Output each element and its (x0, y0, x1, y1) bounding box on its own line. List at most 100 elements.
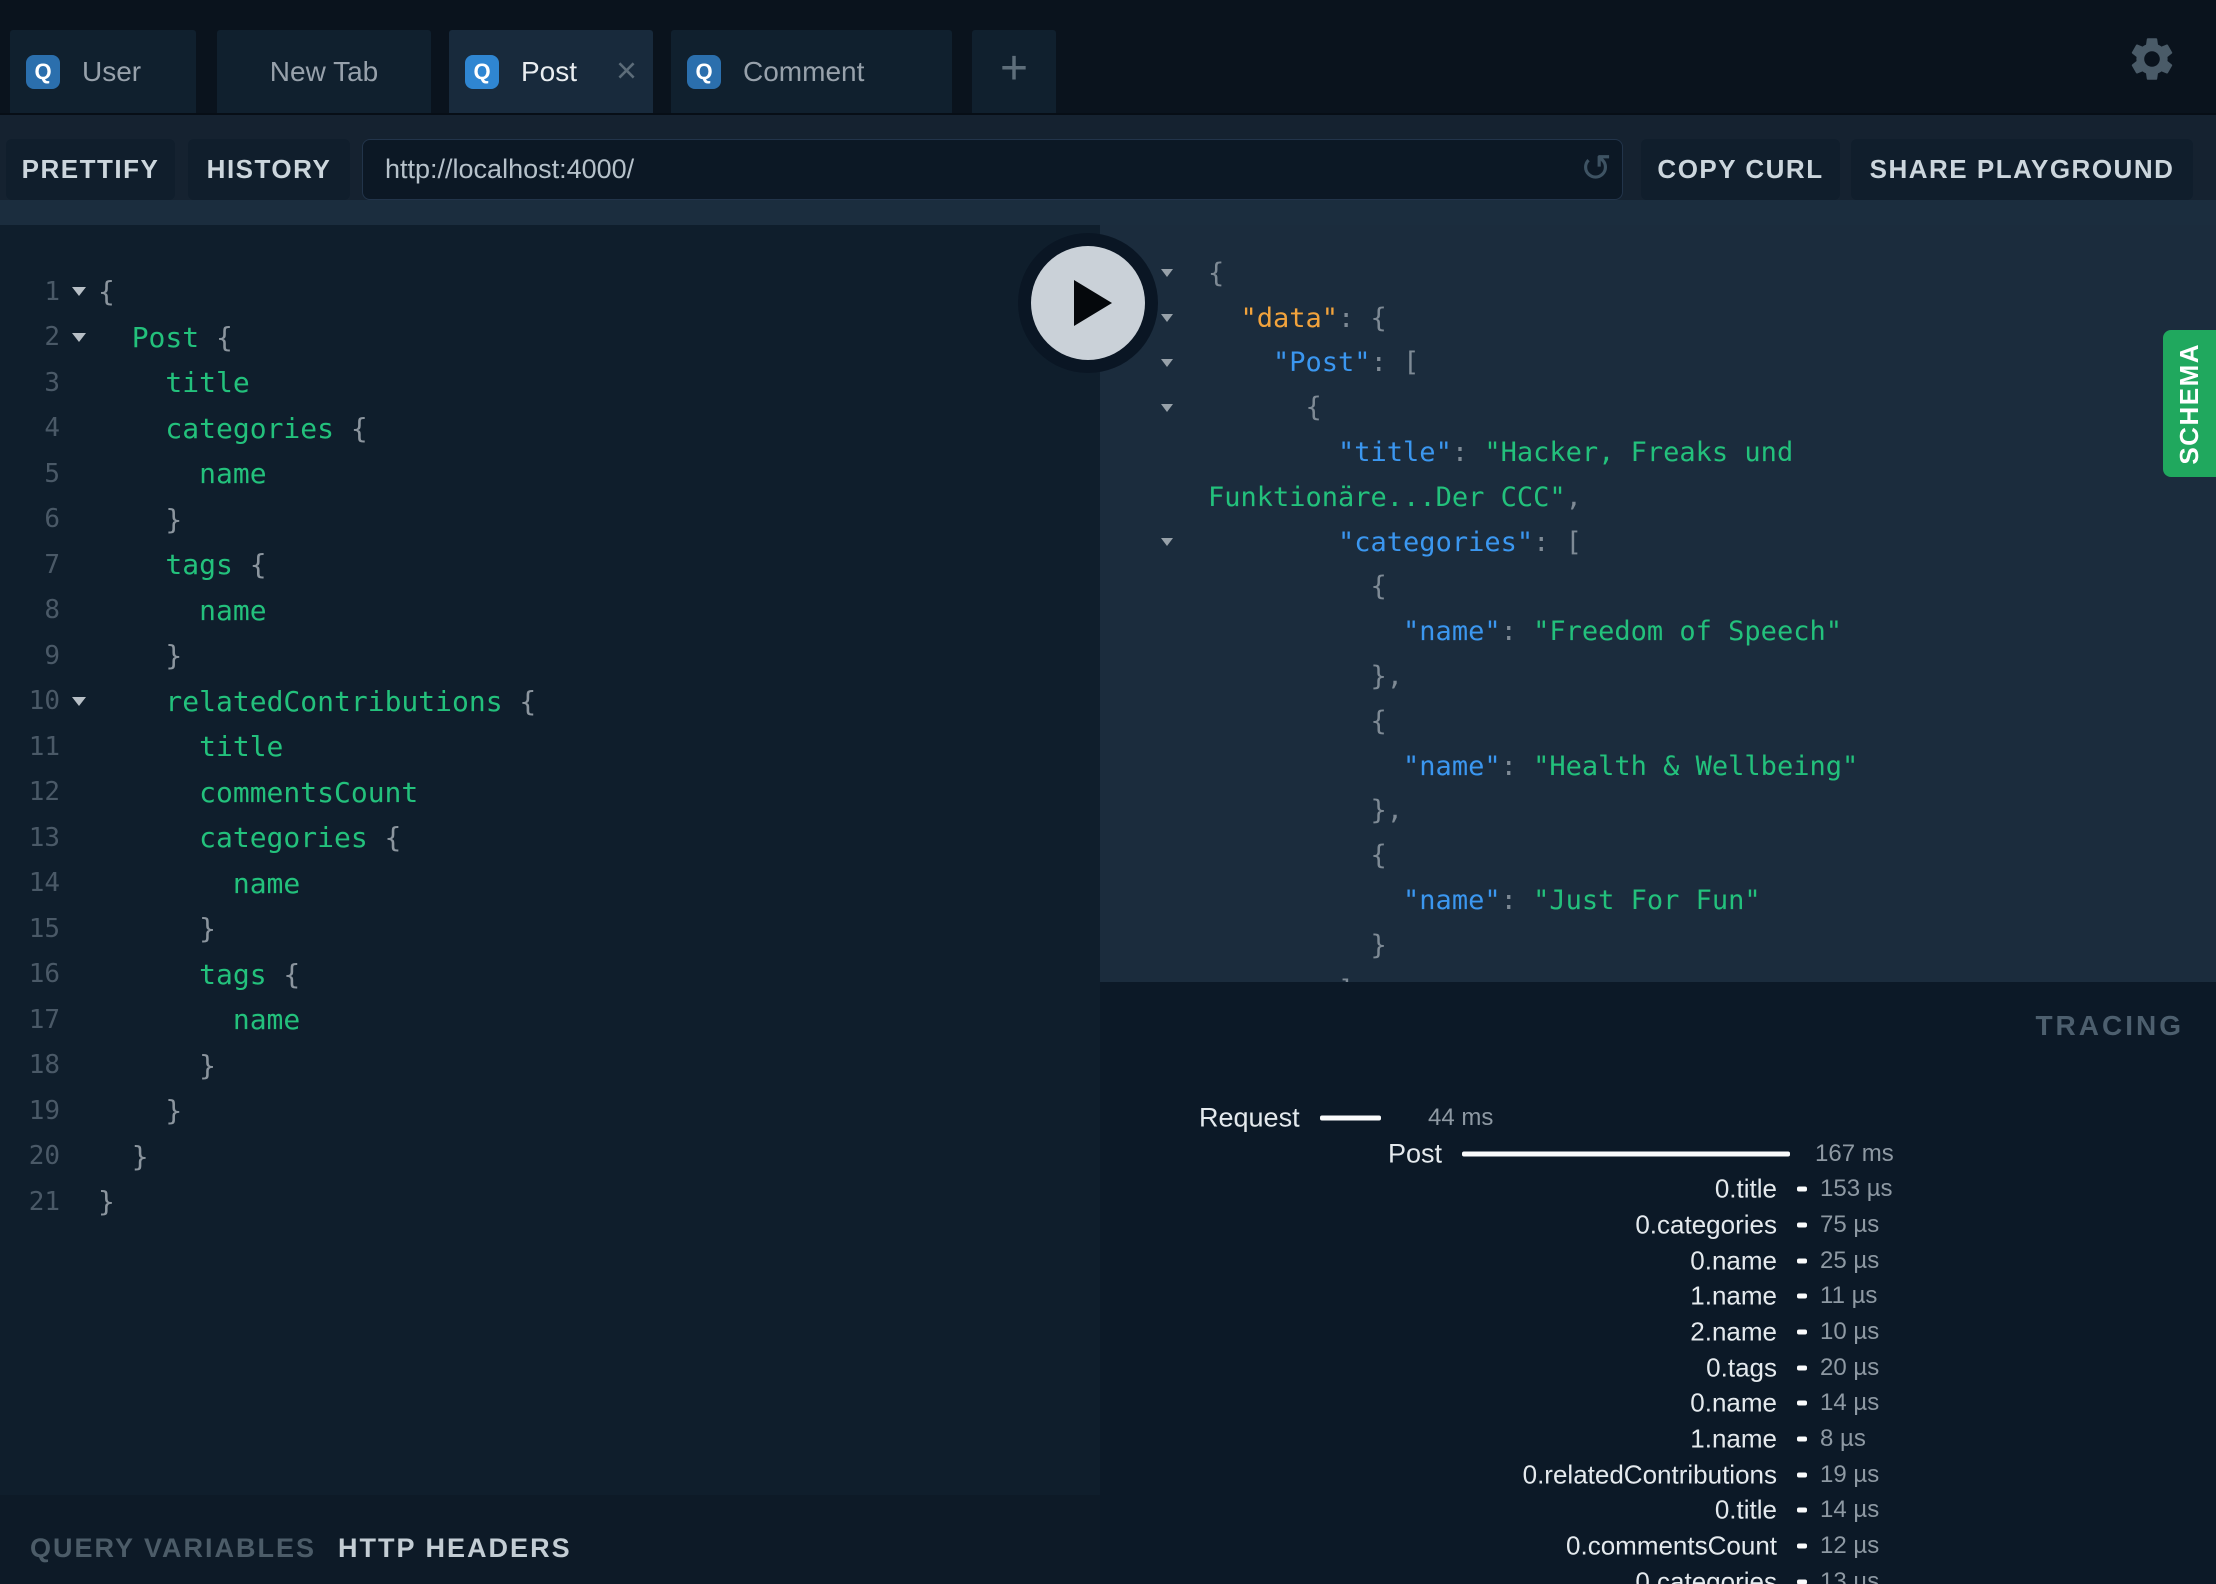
line-number: 10 (28, 686, 60, 717)
line-number: 9 (44, 640, 60, 671)
response-line: { (1100, 251, 2216, 296)
json-text: "Post": [ (1273, 347, 1420, 379)
editor-line[interactable]: 9} (0, 633, 1100, 679)
editor-line[interactable]: 4 categories { (0, 406, 1100, 452)
editor-line[interactable]: 13 categories { (0, 815, 1100, 861)
editor-line[interactable]: 16 tags { (0, 952, 1100, 998)
code-text: name (199, 593, 267, 627)
fold-arrow-icon[interactable] (1152, 538, 1182, 547)
execute-query-button[interactable] (1018, 233, 1158, 373)
resolver-path-label: 0.tags (1706, 1352, 1777, 1383)
json-text: { (1370, 840, 1387, 872)
json-text: { (1208, 257, 1225, 289)
editor-line[interactable]: 11 title (0, 724, 1100, 770)
code-text: } (131, 1139, 149, 1173)
schema-side-tab[interactable]: SCHEMA (2163, 330, 2216, 477)
gear-icon (2126, 38, 2178, 89)
json-text: "title": "Hacker, Freaks und (1338, 437, 1794, 469)
editor-line[interactable]: 12 commentsCount (0, 770, 1100, 816)
editor-line[interactable]: 14 name (0, 861, 1100, 907)
resolver-path-label: 0.title (1714, 1494, 1777, 1525)
response-line: "Post": [ (1100, 341, 2216, 386)
add-tab-button[interactable]: + (972, 30, 1056, 113)
tab-post[interactable]: Q Post × (449, 30, 653, 113)
fold-arrow-icon[interactable] (60, 287, 98, 297)
editor-line[interactable]: 2 Post { (0, 315, 1100, 361)
json-text: Funktionäre...Der CCC", (1208, 481, 1582, 513)
tracing-resolver-row: 0.categories 75 µs (1100, 1207, 2216, 1243)
code-text: } (165, 1094, 183, 1128)
copy-curl-button[interactable]: COPY CURL (1641, 139, 1840, 200)
query-editor[interactable]: 1{2 Post {3 title 4 categories {5 name 6} 7 tags… (0, 225, 1100, 1495)
tab-new-tab[interactable]: New Tab (217, 30, 431, 113)
code-text: tags { (165, 548, 267, 582)
editor-line[interactable]: 21} (0, 1179, 1100, 1225)
editor-line[interactable]: 5 name (0, 451, 1100, 497)
editor-line[interactable]: 20} (0, 1134, 1100, 1180)
history-button[interactable]: HISTORY (188, 139, 350, 200)
tab-label: User (82, 55, 142, 87)
tab-comment[interactable]: Q Comment (671, 30, 952, 113)
fold-arrow-icon[interactable] (60, 696, 98, 706)
resolver-duration-bar (1797, 1472, 1807, 1478)
prettify-button[interactable]: PRETTIFY (6, 139, 175, 200)
editor-line[interactable]: 3 title (0, 360, 1100, 406)
endpoint-url-value: http://localhost:4000/ (385, 154, 635, 184)
tab-http-headers[interactable]: HTTP HEADERS (338, 1533, 572, 1564)
editor-line[interactable]: 1{ (0, 269, 1100, 315)
response-line: "name": "Health & Wellbeing" (1100, 744, 2216, 789)
tracing-resolver-row: 0.tags 20 µs (1100, 1350, 2216, 1386)
json-text: "name": "Health & Wellbeing" (1403, 750, 1859, 782)
editor-footer-bar: QUERY VARIABLES HTTP HEADERS (0, 1495, 1100, 1584)
fold-arrow-icon[interactable] (60, 332, 98, 342)
tracing-span-row: Request 44 ms (1100, 1100, 2216, 1136)
endpoint-url-input[interactable]: http://localhost:4000/ ↺ (362, 139, 1623, 200)
resolver-duration-bar (1797, 1293, 1807, 1299)
json-text: }, (1370, 661, 1404, 693)
editor-line[interactable]: 18} (0, 1043, 1100, 1089)
settings-button[interactable] (2126, 33, 2178, 85)
tab-query-variables[interactable]: QUERY VARIABLES (30, 1533, 316, 1564)
code-text: } (199, 912, 216, 946)
editor-line[interactable]: 8 name (0, 588, 1100, 634)
code-text: title (199, 730, 284, 764)
fold-arrow-icon[interactable] (1152, 403, 1182, 412)
editor-line[interactable]: 19} (0, 1088, 1100, 1134)
resolver-duration-value: 14 µs (1820, 1389, 1880, 1417)
json-text: ] (1208, 975, 1354, 982)
reload-icon[interactable]: ↺ (1580, 150, 1612, 188)
code-text: Post { (131, 320, 233, 354)
code-text: } (199, 1048, 216, 1082)
resolver-duration-value: 8 µs (1820, 1425, 1866, 1453)
resolver-path-label: 0.relatedContributions (1522, 1459, 1777, 1490)
code-text: } (165, 502, 183, 536)
resolver-duration-bar (1797, 1579, 1807, 1584)
tracing-resolver-row: 0.commentsCount 12 µs (1100, 1528, 2216, 1564)
editor-line[interactable]: 10 relatedContributions { (0, 679, 1100, 725)
editor-line[interactable]: 17 name (0, 997, 1100, 1043)
code-text: name (199, 457, 267, 491)
line-number: 8 (44, 595, 60, 626)
fold-arrow-icon[interactable] (1152, 269, 1182, 278)
resolver-path-label: 0.name (1690, 1387, 1777, 1418)
editor-line[interactable]: 7 tags { (0, 542, 1100, 588)
share-playground-button[interactable]: SHARE PLAYGROUND (1851, 139, 2193, 200)
tab-user[interactable]: Q User (10, 30, 196, 113)
fold-arrow-icon[interactable] (1152, 358, 1182, 367)
code-text: commentsCount (199, 775, 419, 809)
resolver-path-label: 0.commentsCount (1566, 1530, 1777, 1561)
tracing-duration-bar (1320, 1115, 1381, 1121)
close-icon[interactable]: × (616, 52, 637, 88)
tracing-span-label: Request (1199, 1102, 1300, 1133)
editor-line[interactable]: 6} (0, 497, 1100, 543)
line-number: 17 (28, 1004, 60, 1035)
line-number: 11 (28, 731, 60, 762)
resolver-path-label: 0.categories (1635, 1209, 1777, 1240)
resolver-duration-value: 12 µs (1820, 1532, 1880, 1560)
resolver-path-label: 0.name (1690, 1245, 1777, 1276)
tracing-title: TRACING (2035, 1010, 2184, 1041)
tracing-panel: TRACING Request 44 ms Post 167 ms 0.title 153… (1100, 982, 2216, 1584)
editor-line[interactable]: 15} (0, 906, 1100, 952)
tracing-resolver-row: 1.name 11 µs (1100, 1278, 2216, 1314)
resolver-duration-bar (1797, 1365, 1807, 1371)
